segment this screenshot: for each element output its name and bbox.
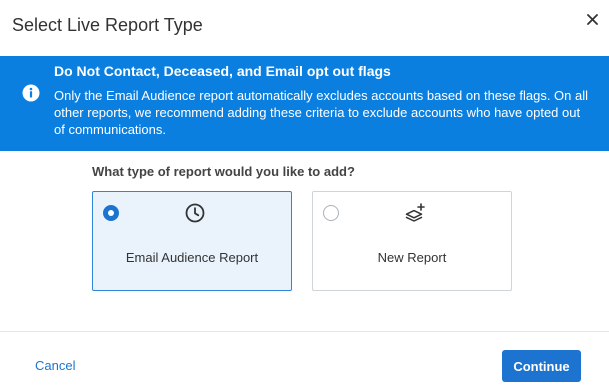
radio-button-selected[interactable]	[103, 205, 119, 221]
footer-divider	[0, 331, 609, 332]
banner-title: Do Not Contact, Deceased, and Email opt …	[54, 63, 391, 79]
cancel-button[interactable]: Cancel	[35, 358, 75, 373]
continue-button[interactable]: Continue	[502, 350, 581, 382]
option-label-new-report: New Report	[377, 250, 447, 265]
layers-plus-icon	[405, 203, 425, 222]
banner-text: Only the Email Audience report automatic…	[54, 88, 589, 137]
question-label: What type of report would you like to ad…	[92, 164, 355, 179]
close-button[interactable]	[581, 8, 603, 30]
option-label-email-audience: Email Audience Report	[125, 250, 259, 265]
email-audience-report-option[interactable]: Email Audience Report	[92, 191, 292, 291]
radio-button-unselected[interactable]	[323, 205, 339, 221]
dialog-title: Select Live Report Type	[12, 15, 203, 35]
new-report-option[interactable]: New Report	[312, 191, 512, 291]
info-icon	[22, 84, 40, 102]
dialog-header: Select Live Report Type	[0, 0, 609, 56]
close-icon	[586, 13, 598, 25]
clock-icon	[185, 203, 205, 223]
info-banner: Do Not Contact, Deceased, and Email opt …	[0, 56, 609, 151]
